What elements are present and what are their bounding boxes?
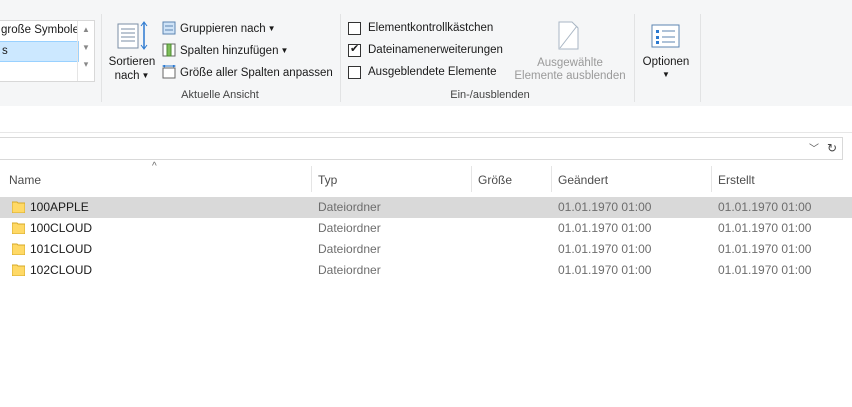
- ribbon: große Symbole s ▲ ▼ ▾ Sortieren nach ▼ Gr…: [0, 0, 852, 107]
- hidden-items-label: Ausgeblendete Elemente: [368, 66, 497, 78]
- column-header-name[interactable]: Name: [9, 170, 309, 190]
- hide-selected-button[interactable]: Ausgewählte Elemente ausblenden: [512, 20, 628, 84]
- file-created: 01.01.1970 01:00: [718, 200, 812, 214]
- file-row[interactable]: 102CLOUD Dateiordner 01.01.1970 01:00 01…: [0, 260, 852, 281]
- group-by-button[interactable]: Gruppieren nach ▼: [162, 21, 276, 37]
- file-row[interactable]: 101CLOUD Dateiordner 01.01.1970 01:00 01…: [0, 239, 852, 260]
- column-header-size[interactable]: Größe: [478, 170, 548, 190]
- sort-icon: [117, 21, 148, 50]
- group-by-icon: [162, 21, 176, 35]
- layout-gallery-scroll[interactable]: ▲ ▼ ▾: [77, 21, 94, 81]
- refresh-icon[interactable]: ↻: [822, 137, 843, 160]
- add-columns-icon: [162, 43, 176, 57]
- file-type: Dateiordner: [318, 263, 381, 277]
- layout-gallery[interactable]: große Symbole s ▲ ▼ ▾: [0, 20, 95, 82]
- file-modified: 01.01.1970 01:00: [558, 200, 652, 214]
- scroll-up-icon[interactable]: ▲: [78, 21, 94, 39]
- layout-item-details[interactable]: s: [0, 41, 79, 62]
- checkmark-icon: ✔: [350, 43, 360, 55]
- add-columns-button[interactable]: Spalten hinzufügen ▼: [162, 43, 288, 59]
- file-created: 01.01.1970 01:00: [718, 242, 812, 256]
- column-header-created[interactable]: Erstellt: [718, 170, 848, 190]
- chevron-down-icon: ▼: [267, 24, 276, 33]
- file-modified: 01.01.1970 01:00: [558, 263, 652, 277]
- column-header-type[interactable]: Typ: [318, 170, 468, 190]
- hide-selected-label-2: Elemente ausblenden: [514, 70, 626, 82]
- file-modified: 01.01.1970 01:00: [558, 221, 652, 235]
- folder-icon: [12, 264, 25, 276]
- gallery-expand-icon[interactable]: ▾: [78, 57, 94, 75]
- item-checkboxes-label: Elementkontrollkästchen: [368, 22, 494, 34]
- show-hide-group-title: Ein-/ausblenden: [450, 89, 530, 101]
- scroll-down-icon[interactable]: ▼: [78, 39, 94, 57]
- file-row[interactable]: 100APPLE Dateiordner 01.01.1970 01:00 01…: [0, 197, 852, 218]
- file-name: 102CLOUD: [30, 263, 93, 277]
- file-name: 101CLOUD: [30, 242, 93, 256]
- file-type: Dateiordner: [318, 242, 381, 256]
- address-bar-area: [0, 106, 852, 133]
- group-by-label: Gruppieren nach: [180, 23, 266, 35]
- file-created: 01.01.1970 01:00: [718, 221, 812, 235]
- file-name: 100APPLE: [30, 200, 89, 214]
- options-label: Optionen: [642, 56, 690, 68]
- options-icon: [651, 24, 680, 48]
- folder-icon: [12, 201, 25, 213]
- file-name: 100CLOUD: [30, 221, 93, 235]
- fit-columns-label: Größe aller Spalten anpassen: [180, 67, 333, 79]
- chevron-down-icon: ▼: [280, 46, 289, 55]
- file-extensions-checkbox[interactable]: ✔: [348, 43, 361, 57]
- layout-item-large-icons[interactable]: große Symbole: [0, 21, 77, 40]
- chevron-down-icon: ▼: [662, 70, 670, 79]
- chevron-down-icon: ▼: [141, 71, 150, 80]
- file-modified: 01.01.1970 01:00: [558, 242, 652, 256]
- file-type: Dateiordner: [318, 221, 381, 235]
- fit-columns-icon: [162, 65, 176, 79]
- options-button[interactable]: Optionen ▼: [638, 20, 694, 84]
- address-dropdown-field[interactable]: ﹀: [0, 137, 824, 160]
- chevron-down-icon[interactable]: ﹀: [809, 140, 819, 155]
- current-view-group-title: Aktuelle Ansicht: [181, 89, 259, 101]
- hide-selected-icon: [558, 21, 579, 50]
- file-row[interactable]: 100CLOUD Dateiordner 01.01.1970 01:00 01…: [0, 218, 852, 239]
- hide-selected-label-1: Ausgewählte: [537, 57, 603, 69]
- folder-icon: [12, 243, 25, 255]
- add-columns-label: Spalten hinzufügen: [180, 45, 279, 57]
- sort-label-2: nach: [114, 70, 140, 82]
- file-created: 01.01.1970 01:00: [718, 263, 812, 277]
- folder-icon: [12, 222, 25, 234]
- column-header-modified[interactable]: Geändert: [558, 170, 708, 190]
- sort-label: Sortieren: [108, 56, 156, 68]
- hidden-items-checkbox[interactable]: [348, 66, 361, 79]
- file-extensions-label: Dateinamenerweiterungen: [368, 44, 503, 56]
- file-type: Dateiordner: [318, 200, 381, 214]
- fit-columns-button[interactable]: Größe aller Spalten anpassen: [162, 65, 333, 81]
- sort-by-button[interactable]: Sortieren nach ▼: [106, 20, 156, 84]
- item-checkboxes-checkbox[interactable]: [348, 22, 361, 35]
